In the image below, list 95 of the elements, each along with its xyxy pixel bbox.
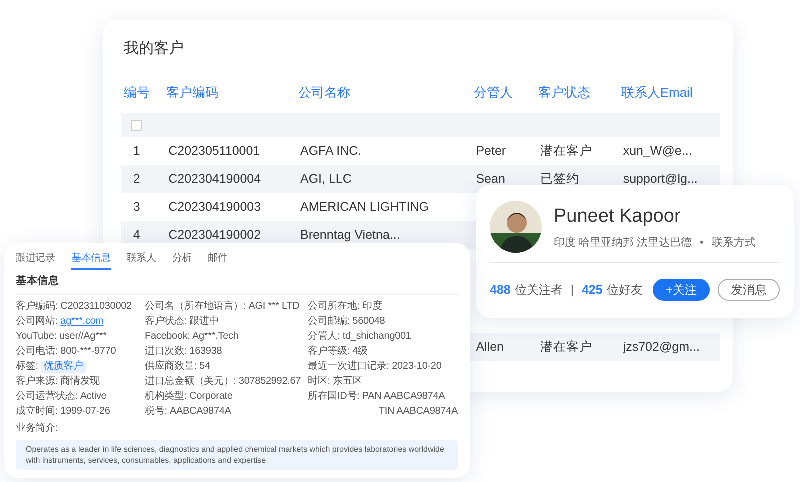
field-value: TIN AABCA9874A (378, 406, 458, 417)
table-cell: 潜在客户 (540, 144, 593, 158)
follow-button[interactable]: +关注 (652, 279, 710, 301)
field-value: td_shichang001 (342, 331, 412, 342)
field-label: YouTube: (16, 331, 57, 342)
table-cell: 2 (133, 172, 140, 186)
field-label: 供应商数量: (145, 361, 197, 372)
field-label: 所在国ID号: (308, 391, 360, 402)
field-value: user//Ag*** (60, 331, 107, 342)
field-label: 公司电话: (16, 346, 58, 357)
table-cell: Sean (476, 172, 506, 186)
table-cell: AGFA INC. (300, 144, 362, 158)
field-label: 公司邮编: (308, 316, 350, 327)
field-value: Ag***.Tech (192, 331, 239, 342)
field-value: 54 (200, 361, 210, 372)
field-value: 4级 (352, 346, 368, 357)
friend-count: 425 (582, 282, 603, 299)
website-link[interactable]: ag***.com (60, 316, 104, 327)
customer-tag: 优质客户 (40, 361, 86, 373)
column-header: 分管人 (474, 85, 514, 100)
stats-separator: | (570, 282, 574, 299)
field-value: 东五区 (332, 376, 363, 387)
follower-label: 位关注者 (514, 282, 563, 299)
table-cell: 1 (133, 144, 140, 158)
follower-count: 488 (490, 282, 511, 299)
field-value: C202311030002 (60, 301, 132, 312)
field-value: 跟进中 (190, 316, 220, 327)
field-label: 最近一次进口记录: (308, 361, 390, 372)
field-value: 商情发现 (60, 376, 100, 387)
column-header: 公司名称 (298, 85, 350, 100)
field-value: 印度 (362, 301, 382, 312)
field-label: 机构类型: (145, 391, 188, 402)
field-label: 客户编码: (16, 301, 58, 312)
field-label: 分管人: (308, 331, 340, 342)
field-label: 公司运营状态: (16, 391, 78, 402)
field-value: PAN AABCA9874A (362, 391, 446, 402)
column-header: 联系人Email (621, 85, 693, 100)
table-cell: C202304190002 (168, 228, 262, 242)
field-value: AGI *** LTD (248, 301, 300, 312)
table-cell: Peter (476, 144, 506, 158)
field-label: 客户等级: (308, 346, 350, 357)
message-button[interactable]: 发消息 (718, 279, 780, 301)
field-value: 560048 (352, 316, 386, 327)
table-cell: Allen (476, 340, 504, 354)
location-text: 印度 哈里亚纳邦 法里达巴德 (554, 236, 692, 251)
field-value: 2023-10-20 (392, 361, 442, 372)
column-header: 客户状态 (538, 85, 591, 100)
tab[interactable]: 分析 (172, 251, 192, 270)
field-value: 163938 (190, 346, 222, 357)
field-label: 客户来源: (16, 376, 58, 387)
table-cell: jzs702@gm... (623, 340, 700, 354)
profile-name: Puneet Kapoor (554, 204, 682, 228)
field-label: 成立时间: (16, 406, 58, 417)
separator-dot: • (700, 236, 704, 251)
field-value: 1999-07-26 (60, 406, 110, 417)
tab[interactable]: 跟进记录 (16, 251, 56, 270)
field-value: 307852992.67 (238, 376, 302, 387)
field-value: Active (80, 391, 107, 402)
card-title: 我的客户 (123, 39, 184, 59)
table-cell: 3 (133, 200, 140, 214)
column-header: 编号 (124, 85, 150, 100)
tab[interactable]: 邮件 (208, 251, 228, 270)
select-all-checkbox[interactable] (131, 120, 142, 131)
table-cell: xun_W@e... (623, 144, 692, 158)
table-cell: Brenntag Vietna... (300, 228, 400, 242)
field-value: Corporate (190, 391, 233, 402)
tab[interactable]: 基本信息 (71, 251, 111, 270)
field-value: AABCA9874A (170, 406, 232, 417)
table-cell: AGI, LLC (300, 172, 352, 186)
table-cell: C202304190004 (168, 172, 262, 186)
field-value: 800-***-9770 (60, 346, 116, 357)
table-cell: 4 (133, 228, 140, 242)
field-label: 公司网站: (16, 316, 58, 327)
field-label: 税号: (145, 406, 168, 417)
description-text: Operates as a leader in life sciences, diagnostics and applied chemical markets which provides laboratories worldwide with instruments, services, consumables, applications and expertise (16, 440, 458, 470)
section-title: 基本信息 (16, 274, 60, 290)
field-label: 公司所在地: (308, 301, 360, 312)
table-cell: AMERICAN LIGHTING (300, 200, 429, 214)
table-cell: 潜在客户 (540, 340, 593, 354)
table-cell: 已签约 (540, 172, 580, 186)
table-cell: support@lg... (623, 172, 698, 186)
field-label: 进口次数: (145, 346, 188, 357)
table-cell: C202304190003 (168, 200, 262, 214)
field-label: 客户状态: (145, 316, 188, 327)
field-label: 标签: (16, 361, 38, 372)
friend-label: 位好友 (606, 282, 643, 299)
field-label: Facebook: (145, 331, 190, 342)
column-header: 客户编码 (166, 85, 219, 100)
tab[interactable]: 联系人 (126, 251, 156, 270)
contact-link[interactable]: 联系方式 (712, 235, 756, 252)
field-label: 公司名（所在地语言）: (145, 301, 246, 312)
description-label: 业务简介: (16, 423, 58, 434)
field-label: 进口总金额（美元）: (145, 376, 236, 387)
field-label: 时区: (308, 376, 330, 387)
table-cell: C202305110001 (168, 144, 260, 158)
